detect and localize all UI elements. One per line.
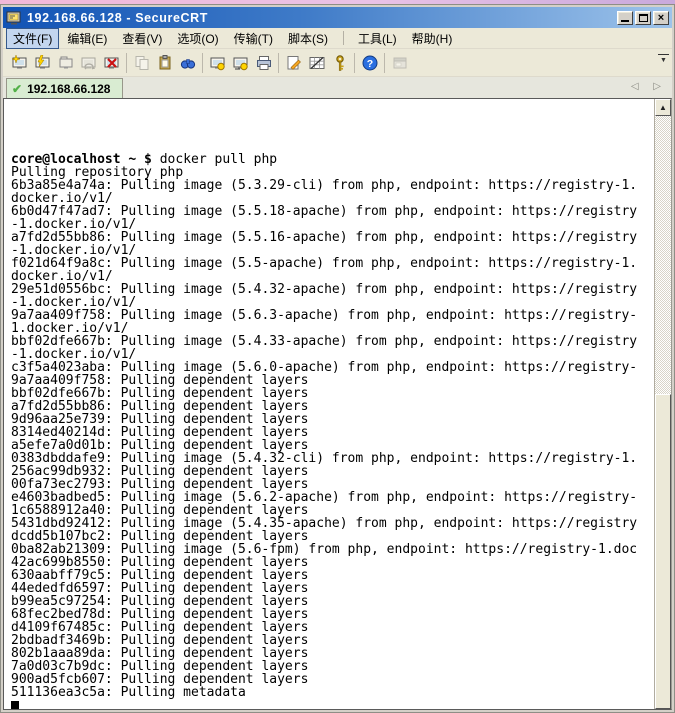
- securecrt-window: 192.168.66.128 - SecureCRT × 文件(F)编辑(E)查…: [0, 4, 675, 713]
- paste-icon[interactable]: [153, 52, 176, 74]
- menu-tools[interactable]: 工具(L): [351, 28, 404, 49]
- menu-transfer[interactable]: 传输(T): [227, 28, 280, 49]
- connected-check-icon: ✔: [12, 83, 22, 95]
- menu-help[interactable]: 帮助(H): [405, 28, 460, 49]
- toolbar-overflow-icon[interactable]: ▼: [658, 54, 669, 64]
- menu-file[interactable]: 文件(F): [6, 28, 59, 49]
- connect-icon[interactable]: [8, 52, 31, 74]
- maximize-button[interactable]: [635, 11, 651, 25]
- toolbar-separator: [202, 53, 203, 73]
- tab-bar: ✔ 192.168.66.128 ◁ ▷: [3, 77, 672, 98]
- minimize-icon: [621, 20, 629, 22]
- toolbar-icon-group: ?: [8, 52, 411, 74]
- toolbar-separator: [384, 53, 385, 73]
- copy-icon: [130, 52, 153, 74]
- scrollbar-up-button[interactable]: ▲: [655, 99, 671, 116]
- menu-script[interactable]: 脚本(S): [281, 28, 335, 49]
- web-browser-icon: [388, 52, 411, 74]
- find-icon[interactable]: [176, 52, 199, 74]
- close-icon: ×: [658, 12, 664, 24]
- terminal-line: [11, 699, 654, 709]
- connect-in-tab-icon[interactable]: [54, 52, 77, 74]
- agent-key-icon[interactable]: [328, 52, 351, 74]
- session-options-icon[interactable]: [282, 52, 305, 74]
- terminal-scrollbar[interactable]: ▲: [654, 99, 671, 709]
- reconnect-icon: [77, 52, 100, 74]
- terminal-cursor: [11, 701, 19, 709]
- log-session-icon[interactable]: [206, 52, 229, 74]
- menu-bar: 文件(F)编辑(E)查看(V)选项(O)传输(T)脚本(S) 工具(L)帮助(H): [3, 28, 672, 49]
- minimize-button[interactable]: [617, 11, 633, 25]
- scroll-up-icon: ▲: [659, 103, 667, 112]
- toolbar: ? ▼: [3, 49, 672, 77]
- menu-edit[interactable]: 编辑(E): [60, 28, 114, 49]
- close-button[interactable]: ×: [653, 11, 669, 25]
- toolbar-separator: [278, 53, 279, 73]
- svg-text:?: ?: [366, 57, 372, 69]
- window-title: 192.168.66.128 - SecureCRT: [27, 11, 615, 25]
- disconnect-icon[interactable]: [100, 52, 123, 74]
- menu-options[interactable]: 选项(O): [170, 28, 225, 49]
- quick-connect-icon[interactable]: [31, 52, 54, 74]
- toolbar-separator: [126, 53, 127, 73]
- menu-view[interactable]: 查看(V): [115, 28, 169, 49]
- title-bar[interactable]: 192.168.66.128 - SecureCRT ×: [3, 7, 672, 28]
- help-icon[interactable]: ?: [358, 52, 381, 74]
- session-tab[interactable]: ✔ 192.168.66.128: [6, 78, 123, 98]
- keymap-editor-icon[interactable]: [305, 52, 328, 74]
- securecrt-app-icon: [6, 10, 22, 26]
- print-icon[interactable]: [252, 52, 275, 74]
- scrollbar-track[interactable]: [655, 116, 671, 709]
- session-tab-label: 192.168.66.128: [27, 82, 110, 96]
- menu-separator: [343, 31, 344, 45]
- scrollbar-thumb[interactable]: [655, 394, 671, 709]
- terminal-line: 511136ea3c5a: Pulling metadata: [11, 686, 654, 699]
- maximize-icon: [639, 14, 648, 22]
- terminal-area[interactable]: core@localhost ~ $ docker pull phpPullin…: [3, 98, 672, 710]
- terminal-output: core@localhost ~ $ docker pull phpPullin…: [4, 99, 654, 709]
- tab-scroll-arrows-icon[interactable]: ◁ ▷: [631, 81, 667, 92]
- raw-log-session-icon[interactable]: [229, 52, 252, 74]
- toolbar-separator: [354, 53, 355, 73]
